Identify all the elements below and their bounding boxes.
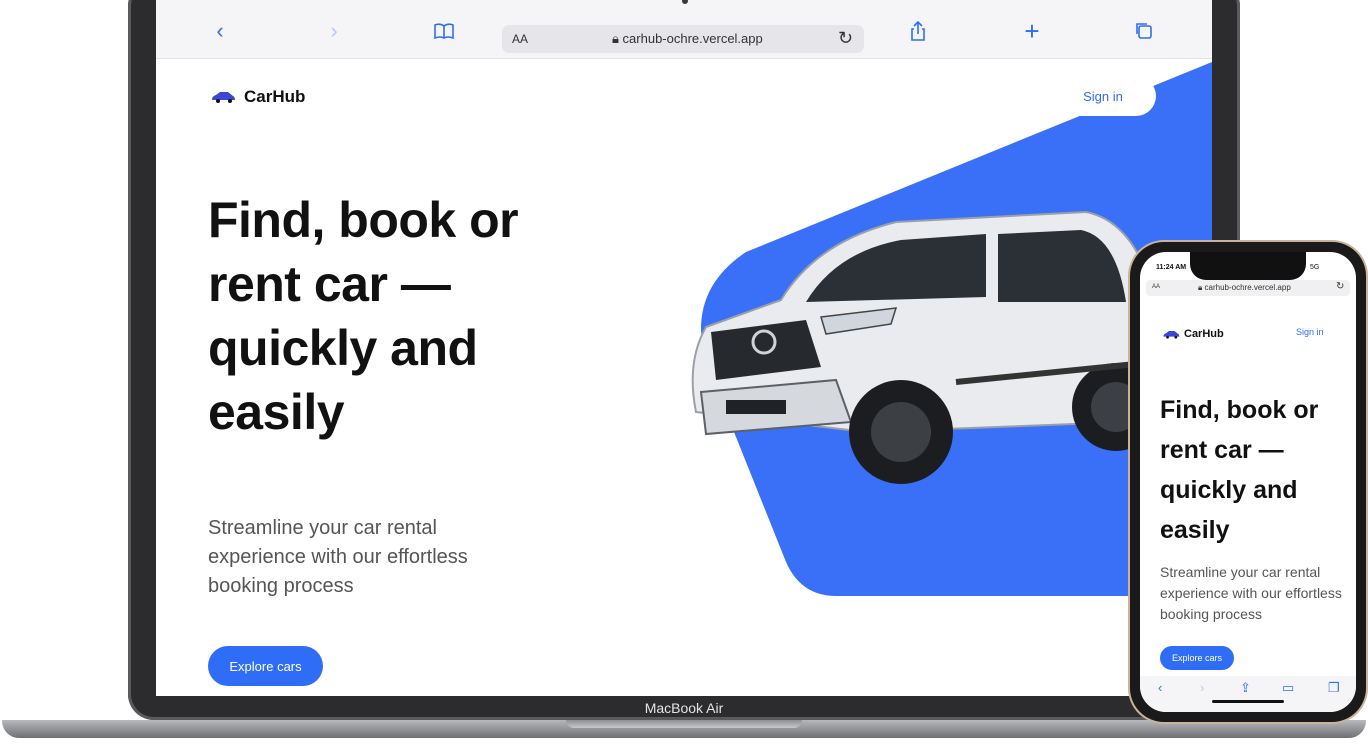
phone-home-indicator (1212, 700, 1284, 703)
phone-brand-name: CarHub (1184, 328, 1224, 340)
phone-share-icon[interactable]: ⇪ (1240, 680, 1251, 696)
hero-title: Find, book or rent car — quickly and eas… (208, 192, 519, 440)
phone-reader-aa-button[interactable]: AA (1152, 284, 1160, 290)
phone-url-text: carhub-ochre.vercel.app (1204, 283, 1291, 292)
brand-name: CarHub (244, 87, 306, 106)
phone-device: 11:24 AM 5G AA 🔒︎ carhub-ochre.vercel.ap… (1130, 242, 1366, 722)
phone-screen: 11:24 AM 5G AA 🔒︎ carhub-ochre.vercel.ap… (1140, 252, 1356, 712)
status-time: 11:24 AM (1156, 264, 1187, 271)
phone-browser-toolbar: ‹ › ⇪ ▭ ❐ (1140, 676, 1356, 712)
url-text: carhub-ochre.vercel.app (622, 31, 763, 46)
brand-logo[interactable]: CarHub (210, 87, 305, 107)
back-icon[interactable]: ‹ (208, 20, 232, 44)
laptop-base-notch (566, 720, 802, 728)
phone-lock-icon: 🔒︎ (1198, 283, 1203, 292)
explore-cars-button[interactable]: Explore cars (208, 646, 323, 686)
phone-tabs-icon[interactable]: ❐ (1328, 680, 1340, 696)
phone-car-logo-icon (1163, 330, 1180, 339)
hero-subtitle: Streamline your car rental experience wi… (208, 517, 468, 597)
reload-icon[interactable]: ↻ (838, 28, 853, 49)
phone-hero-title: Find, book or rent car — quickly and eas… (1160, 396, 1319, 544)
reader-aa-button[interactable]: AA (512, 32, 528, 46)
phone-hero-subtitle: Streamline your car rental experience wi… (1160, 564, 1342, 622)
bookmarks-icon[interactable] (432, 20, 456, 44)
forward-icon[interactable]: › (322, 20, 346, 44)
phone-explore-cars-button[interactable]: Explore cars (1160, 646, 1234, 670)
sign-in-button[interactable]: Sign in (1050, 76, 1156, 116)
laptop-screen: ‹ › AA 🔒︎ carhub-ochre.vercel.app ↻ + Ca… (156, 0, 1212, 696)
car-logo-icon (212, 92, 235, 103)
share-icon[interactable] (906, 20, 930, 44)
phone-sign-in-button[interactable]: Sign in (1296, 327, 1324, 337)
new-tab-icon[interactable]: + (1020, 18, 1044, 44)
address-bar[interactable]: AA 🔒︎ carhub-ochre.vercel.app ↻ (502, 25, 864, 53)
phone-reload-icon[interactable]: ↻ (1336, 281, 1344, 292)
browser-toolbar: ‹ › AA 🔒︎ carhub-ochre.vercel.app ↻ + (156, 0, 1212, 59)
phone-brand-logo[interactable]: CarHub (1162, 328, 1224, 340)
phone-address-bar[interactable]: AA 🔒︎ carhub-ochre.vercel.app ↻ (1146, 280, 1350, 296)
phone-bookmarks-icon[interactable]: ▭ (1282, 680, 1294, 696)
status-signal: 5G (1310, 264, 1320, 271)
phone-notch (1190, 252, 1306, 280)
tabs-icon[interactable] (1132, 20, 1156, 44)
phone-back-icon[interactable]: ‹ (1158, 680, 1162, 695)
lock-icon: 🔒︎ (612, 31, 619, 46)
phone-forward-icon[interactable]: › (1200, 680, 1204, 695)
